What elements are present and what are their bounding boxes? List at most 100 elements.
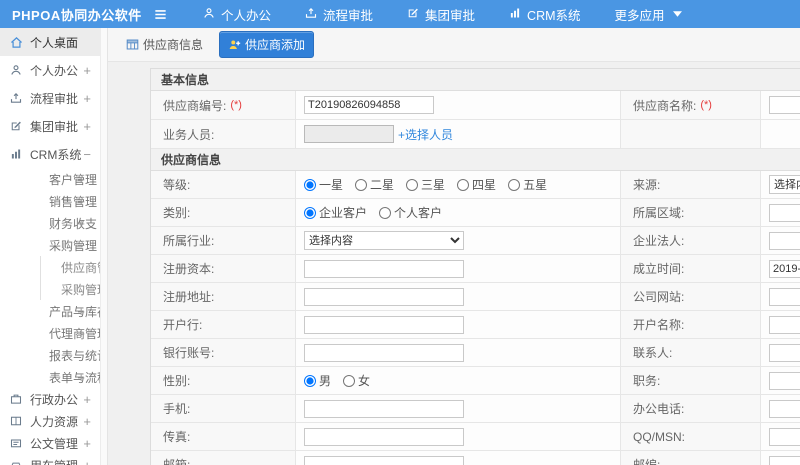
sidebar-item-label: 代理商管理 bbox=[49, 326, 100, 341]
category-option[interactable]: 个人客户 bbox=[379, 204, 442, 221]
topnav-more-apps[interactable]: 更多应用 bbox=[615, 5, 682, 24]
topbar-menu: 个人办公 流程审批 集团审批 CRM系统 更多应用 bbox=[203, 5, 682, 24]
level-radio[interactable] bbox=[457, 178, 470, 191]
sidebar-item-purchasing[interactable]: 采购管理 bbox=[40, 278, 100, 300]
expand-plus-icon[interactable]: + bbox=[77, 304, 85, 319]
personal-office-icon bbox=[203, 7, 215, 22]
contact-person-input[interactable] bbox=[769, 343, 800, 362]
sidebar-item-vehicle-mgmt[interactable]: 用车管理 + bbox=[0, 454, 100, 465]
sidebar-item-finance-mgmt[interactable]: 财务收支 + bbox=[0, 212, 100, 234]
tab-supplier-add[interactable]: 供应商添加 bbox=[219, 31, 315, 58]
level-radio[interactable] bbox=[304, 178, 316, 191]
founded-date-input[interactable] bbox=[769, 259, 800, 278]
position-input[interactable] bbox=[769, 371, 800, 390]
category-radio[interactable] bbox=[379, 206, 392, 219]
region-label: 所属区域: bbox=[621, 199, 761, 226]
expand-plus-icon[interactable]: + bbox=[77, 194, 85, 209]
level-option[interactable]: 一星 bbox=[304, 176, 343, 193]
region-input[interactable] bbox=[769, 203, 800, 222]
industry-select[interactable]: 选择内容 bbox=[304, 231, 464, 250]
expand-plus-icon[interactable]: + bbox=[83, 119, 91, 134]
fax-input[interactable] bbox=[304, 427, 464, 446]
main-content: 供应商信息供应商添加 基本信息供应商编号: (*)供应商名称: (*)业务人员:… bbox=[108, 28, 800, 465]
level-radio[interactable] bbox=[508, 178, 521, 191]
gender-radio[interactable] bbox=[304, 374, 316, 387]
bank-account-field bbox=[296, 339, 621, 366]
sidebar-item-personal-desktop[interactable]: 个人桌面 bbox=[0, 28, 100, 56]
email-input[interactable] bbox=[304, 455, 464, 465]
topnav-label: 流程审批 bbox=[323, 8, 374, 23]
topnav-crm-system[interactable]: CRM系统 bbox=[509, 5, 581, 24]
legal-person-input[interactable] bbox=[769, 231, 800, 250]
sidebar-item-customer-mgmt[interactable]: 客户管理 + bbox=[0, 168, 100, 190]
expand-plus-icon[interactable]: + bbox=[83, 63, 91, 78]
sidebar-item-label: 销售管理 bbox=[49, 194, 98, 209]
sidebar-item-agent-mgmt[interactable]: 代理商管理+ bbox=[0, 322, 100, 344]
company-website-input[interactable] bbox=[769, 287, 800, 306]
level-radio[interactable] bbox=[406, 178, 419, 191]
collapse-minus-icon[interactable]: − bbox=[83, 147, 91, 162]
sidebar-item-document-mgmt[interactable]: 公文管理 + bbox=[0, 432, 100, 454]
expand-plus-icon[interactable]: + bbox=[83, 414, 91, 429]
empty-field bbox=[761, 120, 800, 148]
sales-person-picker-link[interactable]: +选择人员 bbox=[398, 126, 453, 143]
source-field: 选择内容 bbox=[761, 171, 800, 198]
radio-label: 一星 bbox=[319, 178, 344, 192]
sales-person-input[interactable] bbox=[304, 125, 394, 143]
category-option[interactable]: 企业客户 bbox=[304, 204, 367, 221]
founded-date-label: 成立时间: bbox=[621, 255, 761, 282]
zip-code-input[interactable] bbox=[769, 455, 800, 465]
expand-plus-icon[interactable]: + bbox=[83, 91, 91, 106]
sidebar-item-product-stock[interactable]: 产品与库存+ bbox=[0, 300, 100, 322]
sidebar-item-supplier-mgmt[interactable]: 供应商管理 bbox=[40, 256, 100, 278]
level-option[interactable]: 三星 bbox=[406, 176, 445, 193]
sidebar-item-personal-office[interactable]: 个人办公 + bbox=[0, 56, 100, 84]
hamburger-menu-icon[interactable] bbox=[145, 7, 175, 22]
topnav-personal-office[interactable]: 个人办公 bbox=[203, 5, 271, 24]
mobile-input[interactable] bbox=[304, 399, 464, 418]
topnav-group-approval[interactable]: 集团审批 bbox=[407, 5, 475, 24]
level-field: 一星 二星 三星 四星 五星 bbox=[296, 171, 621, 198]
gender-radio[interactable] bbox=[343, 374, 356, 387]
sidebar-item-admin-office[interactable]: 行政办公 + bbox=[0, 388, 100, 410]
qq-msn-input[interactable] bbox=[769, 427, 800, 446]
sidebar-item-report-stats[interactable]: 报表与统计 bbox=[0, 344, 100, 366]
sidebar-item-purchase-mgmt[interactable]: 采购管理 − bbox=[0, 234, 100, 256]
level-option[interactable]: 四星 bbox=[457, 176, 496, 193]
gender-option[interactable]: 女 bbox=[343, 372, 370, 389]
bank-account-input[interactable] bbox=[304, 343, 464, 362]
sidebar-item-sales-mgmt[interactable]: 销售管理 + bbox=[0, 190, 100, 212]
expand-plus-icon[interactable]: + bbox=[83, 458, 91, 465]
sidebar-item-flow-approval[interactable]: 流程审批 + bbox=[0, 84, 100, 112]
expand-plus-icon[interactable]: + bbox=[77, 370, 85, 385]
level-option[interactable]: 二星 bbox=[355, 176, 394, 193]
source-select[interactable]: 选择内容 bbox=[769, 175, 800, 194]
expand-plus-icon[interactable]: + bbox=[83, 436, 91, 451]
gender-option[interactable]: 男 bbox=[304, 372, 331, 389]
expand-plus-icon[interactable]: + bbox=[83, 392, 91, 407]
registered-address-input[interactable] bbox=[304, 287, 464, 306]
expand-plus-icon[interactable]: + bbox=[77, 326, 85, 341]
supplier-name-input[interactable] bbox=[769, 96, 800, 114]
office-phone-input[interactable] bbox=[769, 399, 800, 418]
company-website-field bbox=[761, 283, 800, 310]
expand-plus-icon[interactable]: + bbox=[77, 216, 85, 231]
level-option[interactable]: 五星 bbox=[508, 176, 547, 193]
category-radio[interactable] bbox=[304, 206, 316, 219]
expand-plus-icon[interactable]: + bbox=[77, 172, 85, 187]
bank-branch-input[interactable] bbox=[304, 315, 464, 334]
topnav-flow-approval[interactable]: 流程审批 bbox=[305, 5, 373, 24]
tab-supplier-info[interactable]: 供应商信息 bbox=[118, 32, 211, 57]
supplier-code-input[interactable] bbox=[304, 96, 434, 114]
sidebar-item-group-approval[interactable]: 集团审批 + bbox=[0, 112, 100, 140]
sidebar-item-label: 个人桌面 bbox=[30, 35, 79, 50]
collapse-minus-icon[interactable]: − bbox=[77, 238, 85, 253]
sidebar-item-form-flow-setup[interactable]: 表单与流程设置+ bbox=[0, 366, 100, 388]
sidebar-item-crm-system[interactable]: CRM系统 − bbox=[0, 140, 100, 168]
account-name-input[interactable] bbox=[769, 315, 800, 334]
sidebar-item-label: 行政办公 bbox=[30, 392, 79, 407]
sidebar-item-human-resource[interactable]: 人力资源 + bbox=[0, 410, 100, 432]
level-radio[interactable] bbox=[355, 178, 368, 191]
sidebar-scrollbar[interactable] bbox=[100, 28, 108, 465]
registered-capital-input[interactable] bbox=[304, 259, 464, 278]
